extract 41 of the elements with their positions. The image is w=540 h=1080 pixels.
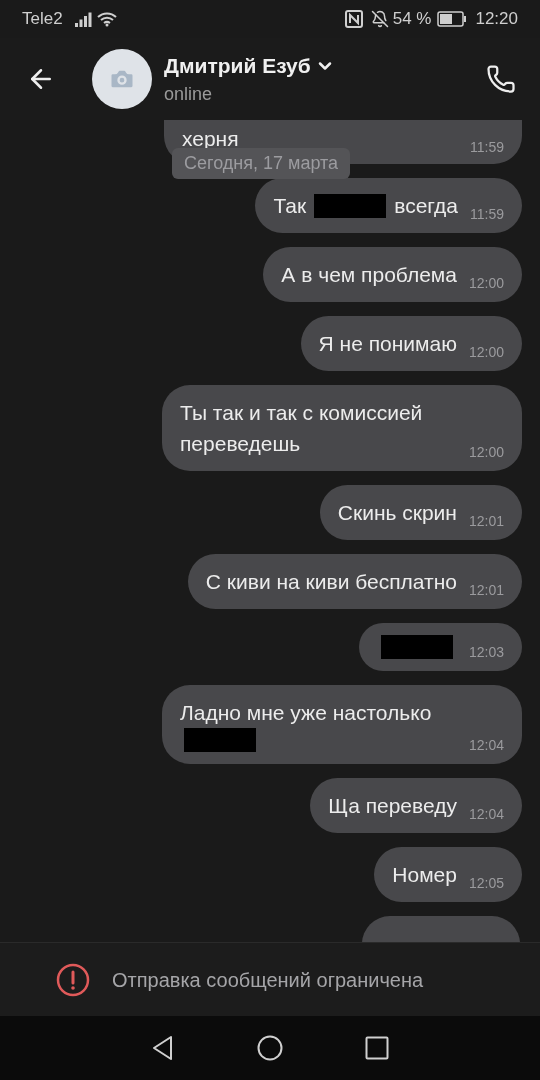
home-nav-icon[interactable] (257, 1035, 283, 1061)
battery-icon (437, 11, 468, 27)
contact-status: online (164, 83, 214, 107)
recents-nav-icon[interactable] (365, 1036, 389, 1060)
message-time: 11:59 (470, 205, 504, 224)
message-time: 12:00 (468, 443, 504, 462)
back-nav-icon[interactable] (151, 1035, 175, 1061)
message-time: 12:03 (468, 643, 504, 662)
date-badge: Сегодня, 17 марта (172, 148, 351, 179)
warning-icon (56, 962, 90, 997)
message-text: Я не понимаю (318, 331, 457, 357)
phone-icon (486, 64, 516, 94)
nfc-icon (344, 10, 363, 28)
message-text: С киви на киви бесплатно (205, 569, 457, 595)
message-text: Ладно мне уже настолько (180, 700, 432, 726)
message-time: 12:01 (468, 512, 504, 531)
message-time: 12:00 (468, 274, 504, 293)
battery-percent: 54 % (392, 8, 432, 31)
message-text: Скинь скрин (337, 500, 457, 526)
message-time: 12:05 (468, 874, 504, 893)
avatar[interactable] (92, 49, 152, 109)
message-text: Номер (392, 862, 457, 888)
message-time: 11:59 (470, 138, 504, 157)
wifi-icon (95, 11, 118, 27)
bell-off-icon (370, 10, 389, 28)
signal-icon (74, 11, 93, 27)
contact-name[interactable]: Дмитрий Езуб (164, 49, 311, 82)
message-time: 12:04 (468, 805, 504, 824)
restriction-notice: Отправка сообщений ограничена (112, 967, 424, 993)
message-time: 12:00 (468, 343, 504, 362)
message-text: Ща переведу (328, 793, 457, 819)
message-text: всегда (394, 193, 458, 219)
carrier-name: Tele2 (22, 8, 63, 31)
redaction-block (184, 728, 256, 752)
message-time: 12:04 (468, 736, 504, 755)
clock-time: 12:20 (475, 8, 518, 31)
message-text: Ты так и так с комиссией переведешь (180, 400, 424, 457)
message-text: Так (273, 193, 307, 219)
message-time: 12:01 (468, 581, 504, 600)
call-button[interactable] (484, 62, 518, 96)
message-text: А в чем проблема (281, 262, 457, 288)
